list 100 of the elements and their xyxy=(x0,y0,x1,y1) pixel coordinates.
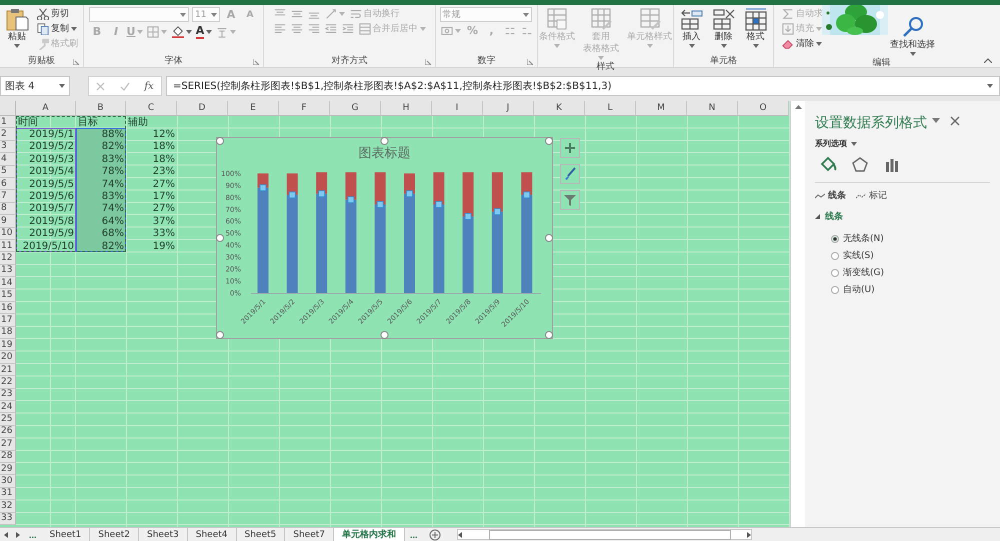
column-header[interactable]: G xyxy=(330,101,381,116)
bar[interactable] xyxy=(521,194,532,293)
point-handle[interactable] xyxy=(464,213,472,220)
resize-handle[interactable] xyxy=(216,137,224,145)
column-header[interactable]: B xyxy=(76,101,126,116)
column-header[interactable]: N xyxy=(687,101,738,116)
sheet-tab[interactable]: Sheet2 xyxy=(90,528,140,541)
chart-styles-button[interactable] xyxy=(560,164,580,184)
select-all-button[interactable] xyxy=(0,101,16,116)
point-handle[interactable] xyxy=(288,192,296,198)
font-color-button[interactable]: A xyxy=(196,24,212,39)
bar[interactable] xyxy=(374,172,386,204)
resize-handle[interactable] xyxy=(380,331,388,339)
row-header[interactable]: 7 xyxy=(0,190,16,203)
series-options-dropdown[interactable]: 系列选项 xyxy=(815,138,857,149)
format-button[interactable]: 格式 xyxy=(742,7,768,48)
row-header[interactable]: 2 xyxy=(0,128,16,141)
chart-title[interactable]: 图表标题 xyxy=(358,146,410,161)
section-header[interactable]: 线条 xyxy=(815,210,843,223)
row-header[interactable]: 8 xyxy=(0,202,16,216)
row-header[interactable]: 31 xyxy=(0,488,16,500)
row-header[interactable]: 1 xyxy=(0,116,16,128)
column-header[interactable]: J xyxy=(483,101,534,116)
bar[interactable] xyxy=(316,172,328,194)
enter-button[interactable] xyxy=(118,82,131,90)
sheet-tab[interactable]: Sheet5 xyxy=(236,528,286,541)
row-header[interactable]: 12 xyxy=(0,252,16,265)
row-header[interactable]: 9 xyxy=(0,215,16,228)
row-header[interactable]: 32 xyxy=(0,500,16,512)
row-header[interactable]: 30 xyxy=(0,475,16,488)
column-header[interactable]: M xyxy=(636,101,687,116)
row-header[interactable]: 10 xyxy=(0,228,16,240)
column-header[interactable]: A xyxy=(16,101,76,116)
sheet-tab[interactable]: Sheet1 xyxy=(42,528,90,541)
more-sheets-button[interactable]: ... xyxy=(24,528,42,541)
radio-button[interactable] xyxy=(831,286,839,294)
column-header[interactable]: F xyxy=(279,101,330,116)
more-sheets-button[interactable]: ... xyxy=(405,528,423,541)
row-header[interactable]: 20 xyxy=(0,351,16,364)
column-header[interactable]: E xyxy=(228,101,279,116)
bar[interactable] xyxy=(374,204,386,293)
row-header[interactable]: 11 xyxy=(0,240,16,252)
chart-filters-button[interactable] xyxy=(560,190,580,210)
radio-option[interactable]: 实线(S) xyxy=(831,249,990,262)
resize-handle[interactable] xyxy=(380,137,388,145)
column-header[interactable]: D xyxy=(177,101,228,116)
row-header[interactable]: 29 xyxy=(0,462,16,476)
point-handle[interactable] xyxy=(376,201,384,208)
resize-handle[interactable] xyxy=(545,234,553,242)
delete-button[interactable]: 删除 xyxy=(710,7,736,48)
cancel-button[interactable] xyxy=(95,82,106,90)
point-handle[interactable] xyxy=(318,190,325,198)
bar[interactable] xyxy=(462,172,474,216)
point-handle[interactable] xyxy=(348,196,354,204)
point-handle[interactable] xyxy=(435,201,442,208)
point-handle[interactable] xyxy=(494,208,501,216)
column-header[interactable]: C xyxy=(126,101,177,116)
insert-button[interactable]: 插入 xyxy=(678,7,704,48)
name-box[interactable]: 图表 4 xyxy=(0,76,70,96)
row-header[interactable]: 19 xyxy=(0,339,16,352)
pane-tab[interactable]: 标记 xyxy=(856,189,887,202)
radio-button[interactable] xyxy=(831,268,839,276)
copy-button[interactable]: 复制 xyxy=(36,22,78,35)
point-handle[interactable] xyxy=(523,192,530,198)
chart-elements-button[interactable] xyxy=(560,138,580,158)
close-button[interactable] xyxy=(950,114,960,124)
row-header[interactable]: 13 xyxy=(0,264,16,278)
insert-function-button[interactable]: fx xyxy=(143,80,155,92)
paste-button[interactable]: 粘贴 xyxy=(4,7,30,48)
column-header[interactable]: O xyxy=(738,101,789,116)
radio-option[interactable]: 渐变线(G) xyxy=(831,266,990,279)
point-handle[interactable] xyxy=(406,190,413,198)
resize-handle[interactable] xyxy=(545,137,553,145)
row-header[interactable]: 27 xyxy=(0,438,16,451)
bar[interactable] xyxy=(521,172,532,195)
resize-handle[interactable] xyxy=(216,331,224,339)
row-header[interactable]: 28 xyxy=(0,450,16,463)
resize-handle[interactable] xyxy=(216,234,224,242)
row-header[interactable]: 3 xyxy=(0,140,16,154)
new-sheet-button[interactable] xyxy=(428,529,441,541)
cut-button[interactable]: 剪切 xyxy=(36,7,70,20)
horizontal-scrollbar[interactable] xyxy=(456,529,752,540)
find-select-button[interactable]: 查找和选择 xyxy=(889,15,936,56)
row-header[interactable]: 23 xyxy=(0,388,16,401)
column-header[interactable]: L xyxy=(585,101,636,116)
series-options-tab[interactable] xyxy=(883,156,901,174)
row-header[interactable]: 16 xyxy=(0,302,16,314)
bar[interactable] xyxy=(462,216,474,293)
row-header[interactable]: 25 xyxy=(0,413,16,426)
radio-button[interactable] xyxy=(831,234,839,242)
radio-option[interactable]: 无线条(N) xyxy=(831,232,990,245)
radio-button[interactable] xyxy=(831,252,839,260)
clear-button[interactable]: 清除 xyxy=(781,37,823,50)
row-header[interactable]: 6 xyxy=(0,178,16,190)
scroll-thumb[interactable] xyxy=(489,530,732,540)
row-header[interactable]: 17 xyxy=(0,314,16,327)
sheet-tab[interactable]: 单元格内求和 xyxy=(334,528,406,541)
formula-field[interactable]: =SERIES(控制条柱形图表!$B$1,控制条柱形图表!$A$2:$A$11,控制条柱形图表!$B$2:$B$11,3) xyxy=(166,76,1000,96)
row-header[interactable]: 4 xyxy=(0,153,16,166)
row-header[interactable]: 18 xyxy=(0,326,16,340)
